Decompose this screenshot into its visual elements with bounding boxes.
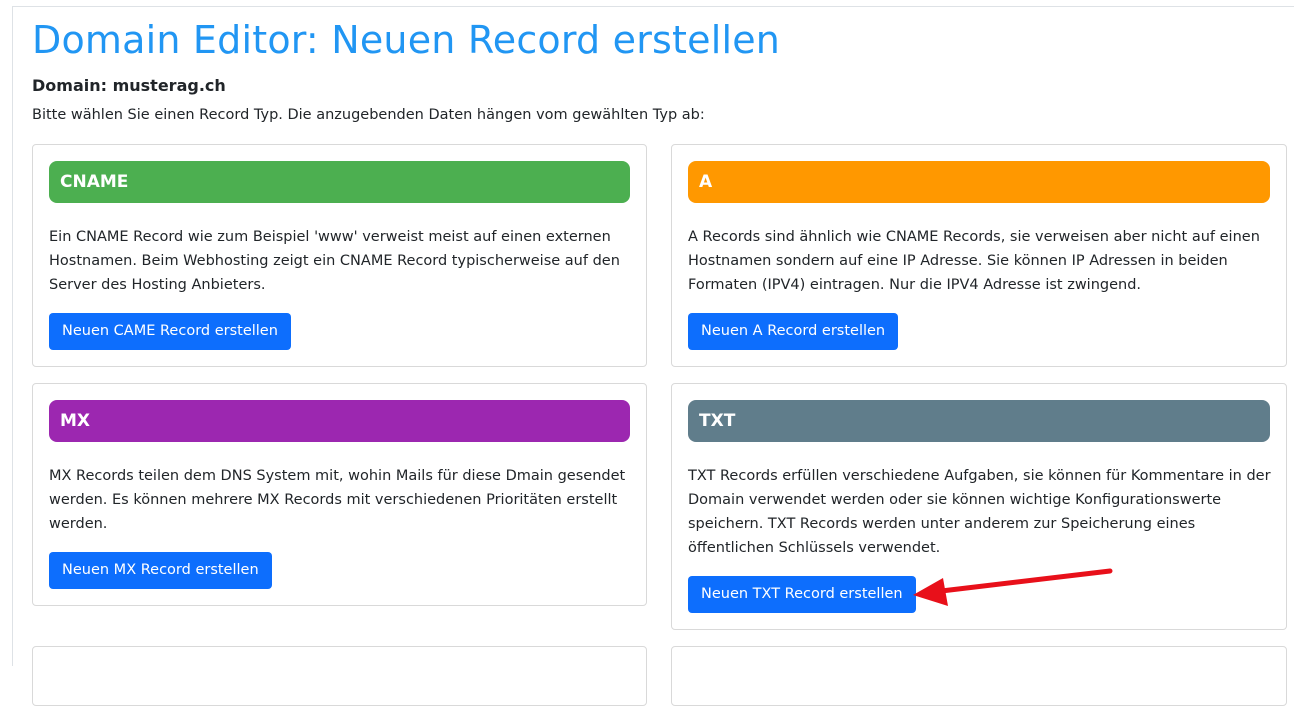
- card-mx-description: MX Records teilen dem DNS System mit, wo…: [49, 468, 626, 532]
- new-cname-record-button[interactable]: Neuen CAME Record erstellen: [49, 313, 291, 350]
- card-partial-right: [671, 646, 1287, 706]
- new-a-record-button[interactable]: Neuen A Record erstellen: [688, 313, 899, 350]
- card-a-header: A: [688, 161, 1270, 203]
- card-mx: MX MX Records teilen dem DNS System mit,…: [32, 383, 647, 606]
- card-a-description: A Records sind ähnlich wie CNAME Records…: [688, 229, 1260, 293]
- intro-text: Bitte wählen Sie einen Record Typ. Die a…: [32, 107, 705, 123]
- card-mx-header: MX: [49, 400, 630, 442]
- page-title: Domain Editor: Neuen Record erstellen: [32, 18, 781, 62]
- domain-label: Domain: musterag.ch: [32, 76, 226, 95]
- card-cname-description: Ein CNAME Record wie zum Beispiel 'www' …: [49, 229, 620, 293]
- card-txt-header: TXT: [688, 400, 1270, 442]
- new-txt-record-button[interactable]: Neuen TXT Record erstellen: [688, 576, 916, 613]
- card-txt-description: TXT Records erfüllen verschiedene Aufgab…: [688, 468, 1271, 556]
- card-a: A A Records sind ähnlich wie CNAME Recor…: [671, 144, 1287, 367]
- card-cname: CNAME Ein CNAME Record wie zum Beispiel …: [32, 144, 647, 367]
- new-mx-record-button[interactable]: Neuen MX Record erstellen: [49, 552, 272, 589]
- card-partial-left: [32, 646, 647, 706]
- red-arrow-icon: [913, 568, 1113, 606]
- card-cname-header: CNAME: [49, 161, 630, 203]
